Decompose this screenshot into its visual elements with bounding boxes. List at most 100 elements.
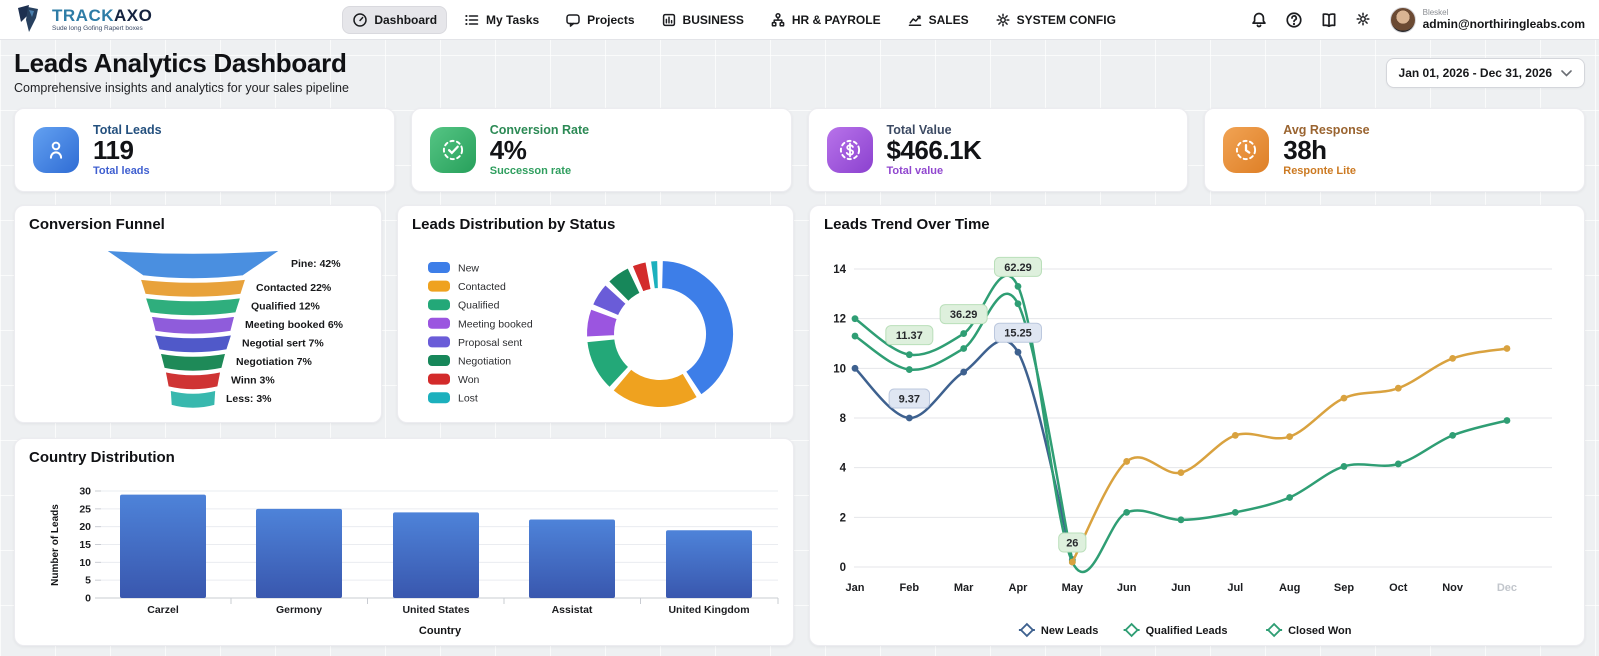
date-range-picker[interactable]: Jan 01, 2026 - Dec 31, 2026 (1385, 58, 1585, 88)
nav-item-projects[interactable]: Projects (556, 7, 643, 33)
trend-icon (907, 12, 923, 28)
bar-x-tick: United Kingdom (668, 604, 749, 616)
trend-point[interactable] (1014, 282, 1022, 290)
gear-icon[interactable] (1355, 11, 1373, 29)
trend-point[interactable] (1449, 431, 1457, 439)
trend-point[interactable] (1177, 469, 1185, 477)
trend-point[interactable] (1177, 516, 1185, 524)
bar-x-tick: Assistat (552, 604, 593, 616)
bar-united-states[interactable] (393, 512, 479, 598)
help-icon[interactable] (1285, 11, 1303, 29)
trend-point[interactable] (1123, 508, 1131, 516)
trend-point[interactable] (1068, 558, 1076, 566)
trend-point[interactable] (960, 330, 968, 337)
nav-item-business[interactable]: BUSINESS (652, 7, 753, 33)
trend-point[interactable] (1014, 300, 1022, 308)
donut-legend-item-lost[interactable]: Lost (428, 392, 478, 405)
nav-item-label: Projects (587, 12, 635, 27)
donut-legend-item-qualified[interactable]: Qualified (428, 299, 500, 312)
bar-carzel[interactable] (120, 494, 206, 598)
trend-legend-item-new-leads[interactable]: New Leads (1018, 622, 1098, 638)
funnel-stage-pine-42[interactable] (104, 249, 282, 280)
nav-item-my-tasks[interactable]: My Tasks (455, 7, 548, 33)
trend-point[interactable] (1394, 384, 1402, 392)
legend-label: Lost (458, 393, 478, 405)
trend-point[interactable] (851, 315, 859, 323)
trend-x-tick: Sep (1334, 582, 1354, 594)
bell-icon[interactable] (1250, 11, 1268, 29)
legend-swatch (428, 355, 450, 366)
leads-trend-card: Leads Trend Over Time 14 12 10 8 4 2 0 Jan Feb Ma… (809, 205, 1585, 646)
funnel-stage-negotiation-7[interactable] (159, 352, 227, 373)
trend-point[interactable] (1231, 431, 1239, 439)
funnel-stage-label: Qualified 12% (251, 300, 321, 312)
nav-item-label: SYSTEM CONFIG (1016, 12, 1116, 27)
trend-point[interactable] (1231, 508, 1239, 516)
donut-legend-item-meeting-booked[interactable]: Meeting booked (428, 317, 533, 331)
trend-point[interactable] (1394, 460, 1402, 468)
donut-legend-item-negotiation[interactable]: Negotiation (428, 355, 511, 368)
bar-united-kingdom[interactable] (666, 530, 752, 598)
date-range-value: Jan 01, 2026 - Dec 31, 2026 (1398, 66, 1552, 80)
trend-point[interactable] (905, 351, 913, 359)
trend-point[interactable] (1503, 345, 1511, 352)
legend-swatch (428, 373, 450, 385)
kpi-sublabel: Successon rate (489, 164, 572, 177)
trend-point[interactable] (905, 366, 913, 373)
nav-item-sales[interactable]: SALES (898, 7, 978, 33)
donut-legend-item-proposal-sent[interactable]: Proposal sent (428, 336, 522, 349)
legend-swatch (428, 299, 450, 311)
nav-item-label: My Tasks (486, 12, 540, 27)
gear-icon (995, 12, 1011, 28)
trend-x-tick: May (1062, 582, 1084, 594)
bar-y-tick: 25 (79, 503, 91, 515)
trend-point[interactable] (1503, 417, 1511, 424)
trend-legend-item-qualified-leads[interactable]: Qualified Leads (1123, 622, 1228, 638)
list-icon (464, 12, 480, 28)
donut-legend-item-won[interactable]: Won (428, 373, 480, 387)
kpi-cards-row: Total Leads 119 Total leads Conversion R… (14, 108, 1585, 192)
kpi-value: 119 (93, 135, 134, 166)
trend-point[interactable] (1340, 394, 1348, 402)
trend-point[interactable] (1340, 463, 1348, 470)
bar-assistat[interactable] (529, 519, 615, 598)
funnel-stage-contacted-22[interactable] (139, 278, 247, 299)
user-menu[interactable]: Bleskel admin@northiringleabs.com (1389, 6, 1585, 33)
trend-point[interactable] (1123, 458, 1131, 465)
trend-point[interactable] (851, 364, 859, 372)
funnel-stage-meeting-booked-6[interactable] (150, 315, 236, 336)
trend-point[interactable] (905, 414, 913, 422)
trend-point[interactable] (1286, 433, 1294, 441)
trend-legend-item-closed-won[interactable]: Closed Won (1266, 622, 1352, 638)
donut-slice-new[interactable] (660, 259, 735, 397)
trend-point[interactable] (1449, 355, 1457, 362)
bar-y-tick: 30 (79, 486, 91, 498)
chat-icon (565, 12, 581, 28)
total-leads-icon (33, 127, 79, 173)
trend-point[interactable] (1014, 348, 1022, 356)
avatar[interactable] (1389, 6, 1416, 33)
donut-legend-item-contacted[interactable]: Contacted (428, 280, 506, 294)
trend-point[interactable] (1286, 494, 1294, 501)
bar-germony[interactable] (256, 508, 342, 598)
funnel-stage-qualified-12[interactable] (144, 296, 242, 317)
nav-item-system-config[interactable]: SYSTEM CONFIG (986, 7, 1125, 33)
legend-label: Proposal sent (458, 337, 522, 349)
funnel-stage-winn-3[interactable] (164, 370, 222, 391)
brand-logo[interactable]: TRACKAXO Sude long Gofing Rapert boxes (14, 4, 152, 36)
funnel-stage-less-3[interactable] (169, 389, 217, 410)
donut-slice-contacted[interactable] (611, 367, 699, 409)
nav-item-label: SALES (928, 12, 969, 27)
nav-item-dashboard[interactable]: Dashboard (342, 5, 448, 34)
donut-legend-item-new[interactable]: New (428, 262, 479, 275)
trend-x-tick: Jun (1117, 582, 1137, 594)
nav-item-hr-payrole[interactable]: HR & PAYROLE (761, 7, 890, 33)
trend-point[interactable] (851, 332, 859, 340)
trend-point[interactable] (960, 368, 968, 376)
funnel-stage-negotial-sert-7[interactable] (153, 333, 233, 354)
trend-point[interactable] (960, 345, 968, 352)
user-name: Bleskel (1422, 7, 1449, 17)
svg-text:New Leads: New Leads (1041, 625, 1098, 637)
book-icon[interactable] (1320, 11, 1338, 29)
page-title: Leads Analytics Dashboard (14, 48, 347, 78)
